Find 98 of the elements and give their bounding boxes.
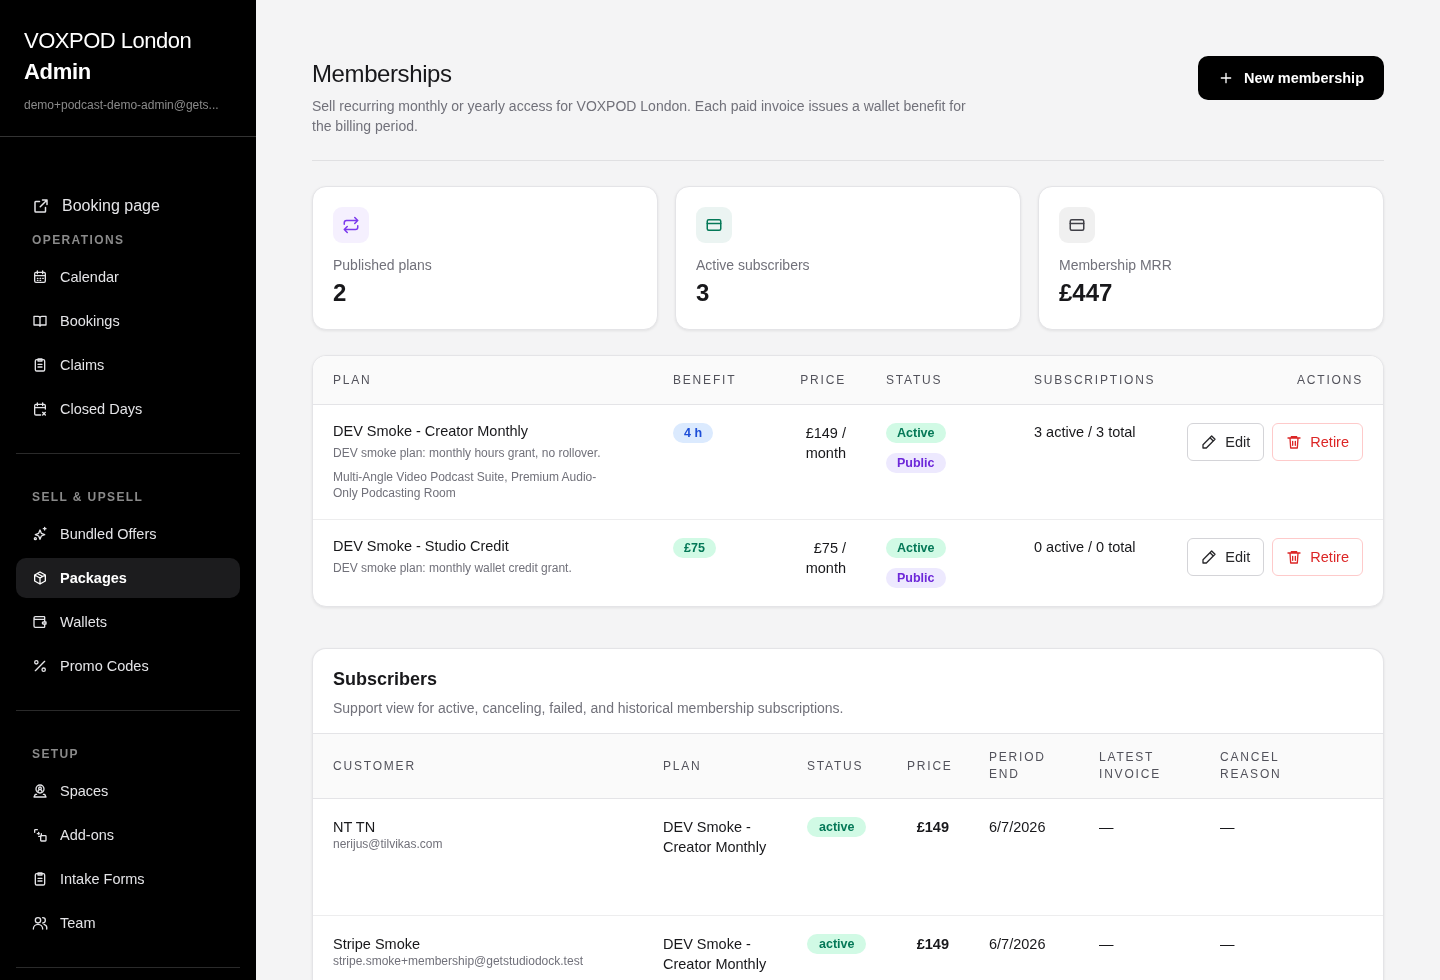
status-badge: Active [886,538,946,558]
section-title: Subscribers [333,669,439,690]
period-end-cell: 6/7/2026 [989,819,1046,835]
trash-icon [1286,549,1303,565]
status-badge: Public [886,453,946,473]
column-header: BENEFIT [673,373,738,387]
sidebar-item[interactable]: Promo Codes [16,646,240,686]
retire-button[interactable]: Retire [1272,423,1363,461]
customer-name: Stripe Smoke [333,935,421,954]
stat-label: Active subscribers [696,257,811,273]
latest-invoice-cell: — [1099,819,1114,835]
stat-label: Membership MRR [1059,257,1173,273]
column-header: ACTIONS [1297,373,1363,387]
shapes-icon [32,827,48,843]
sidebar-item[interactable]: Closed Days [16,389,240,429]
column-header: PLAN [333,373,373,387]
column-header: STATUS [885,373,944,387]
box-icon [32,570,48,586]
brand-subtitle: Admin [24,58,92,86]
price-cell-text: £149 [915,818,949,837]
status-badge: active [807,934,867,954]
subscription-count: 0 active / 0 total [1034,539,1136,555]
sidebar-item[interactable]: Bundled Offers [16,514,240,554]
sidebar-item[interactable]: Spaces [16,771,240,811]
users-icon [32,915,48,931]
sidebar-item[interactable]: Packages [16,558,240,598]
sidebar-item[interactable]: Calendar [16,257,240,297]
book-icon [32,313,48,329]
external-link-icon [32,197,50,215]
section-description: Support view for active, canceling, failed, and historical membership subscriptions. [333,700,845,716]
calendar-icon [32,269,48,285]
status-badge: Public [886,568,946,588]
page-title: Memberships [312,60,453,88]
trash-icon [1286,434,1303,450]
clipboard-icon [32,357,48,373]
sidebar-link[interactable]: Booking page [16,187,240,225]
sidebar-item[interactable]: Add-ons [16,815,240,855]
plan-rooms: Multi-Angle Video Podcast Suite, Premium Audio-Only Podcasting Room [333,469,598,501]
plan-name: DEV Smoke - Creator Monthly [663,818,768,857]
stat-value: 3 [696,279,711,307]
cancel-reason-cell: — [1220,936,1235,952]
edit-button[interactable]: Edit [1187,538,1265,576]
section-label: OPERATIONS [31,232,126,249]
sidebar-item[interactable]: Claims [16,345,240,385]
benefit-badge: 4 h [673,423,714,443]
plan-price: £75 / month [804,539,846,578]
card-icon [1068,216,1086,234]
new-membership-button[interactable]: New membership [1197,56,1384,100]
account-email: demo+podcast-demo-admin@gets... [24,98,220,112]
price-cell-text: £149 [915,935,949,954]
subscription-count: 3 active / 3 total [1034,424,1136,440]
section-label: SELL & UPSELL [31,489,145,506]
stat-value: 2 [333,279,348,307]
brand-name: VOXPOD London [24,27,193,55]
customer-name: NT TN [333,818,376,837]
user-pin-icon [32,783,48,799]
plan-name: DEV Smoke - Studio Credit [333,538,509,554]
clipboard-icon [32,871,48,887]
column-header: PRICE [799,373,846,387]
repeat-icon [342,216,360,234]
column-header: CANCEL REASON [1220,749,1283,783]
page-description: Sell recurring monthly or yearly access for VOXPOD London. Each paid invoice issues a wallet benefit for the billing period. [312,97,967,136]
percent-icon [32,658,48,674]
wallet-icon [32,614,48,630]
latest-invoice-cell: — [1099,936,1114,952]
stat-label: Published plans [333,257,433,273]
customer-email: stripe.smoke+membership@getstudiodock.test [333,954,583,968]
section-label: SETUP [31,746,80,763]
plan-description: DEV smoke plan: monthly hours grant, no rollover. [333,445,601,461]
retire-button[interactable]: Retire [1272,538,1363,576]
sidebar-item[interactable]: Team [16,903,240,943]
column-header: CUSTOMER [333,757,417,775]
sidebar-item[interactable]: Intake Forms [16,859,240,899]
column-header: PERIOD END [988,749,1047,783]
cancel-reason-cell: — [1220,819,1235,835]
period-end-cell: 6/7/2026 [989,936,1046,952]
status-badge: active [807,817,867,837]
pencil-icon [1201,434,1218,450]
column-header: PRICE [907,757,949,775]
stat-value: £447 [1059,279,1114,307]
plan-name: DEV Smoke - Creator Monthly [663,935,768,974]
card-icon [705,216,723,234]
sidebar-item[interactable]: Wallets [16,602,240,642]
calendar-x-icon [32,401,48,417]
column-header: PLAN [663,757,703,775]
benefit-badge: £75 [673,538,716,558]
sparkles-icon [32,526,48,542]
pencil-icon [1201,549,1218,565]
column-header: LATEST INVOICE [1099,749,1162,783]
plan-price: £149 / month [804,424,846,463]
status-badge: Active [886,423,946,443]
column-header: SUBSCRIPTIONS [1034,373,1157,387]
plan-description: DEV smoke plan: monthly wallet credit grant. [333,560,572,576]
column-header: STATUS [807,757,865,775]
plan-name: DEV Smoke - Creator Monthly [333,423,528,439]
customer-email: nerijus@tilvikas.com [333,837,443,851]
edit-button[interactable]: Edit [1187,423,1265,461]
sidebar-item[interactable]: Bookings [16,301,240,341]
